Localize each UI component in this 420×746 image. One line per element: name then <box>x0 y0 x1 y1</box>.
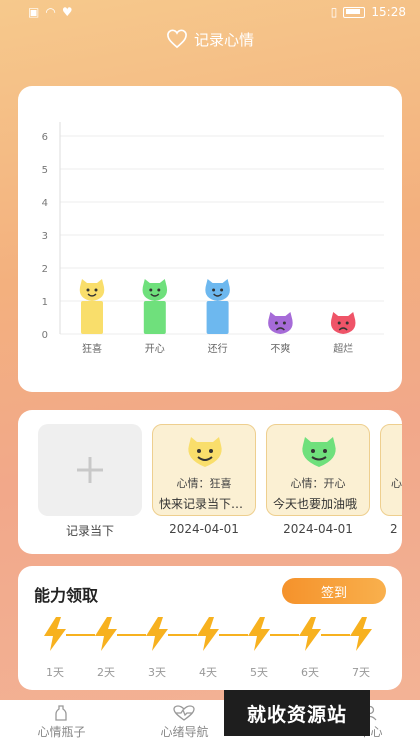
bar <box>143 301 166 334</box>
mood-chart-card: 0 1 2 3 4 5 6 狂喜 开心 还行 不爽 超烂 <box>18 86 402 392</box>
day-label: 1天 <box>46 666 64 679</box>
heartbeat-icon <box>173 705 196 721</box>
day-label: 7天 <box>352 666 370 679</box>
plus-icon <box>77 457 103 483</box>
nav-label: 心情瓶子 <box>37 725 86 739</box>
header: 记录心情 <box>0 26 420 52</box>
x-tick-label: 不爽 <box>270 343 290 355</box>
x-tick-label: 超烂 <box>333 342 353 355</box>
face-eye <box>157 288 161 292</box>
face-eye <box>94 288 98 292</box>
record-date: 2 <box>390 522 398 536</box>
face-eye <box>220 288 224 292</box>
mood-bar-chart: 0 1 2 3 4 5 6 狂喜 开心 还行 不爽 超烂 <box>42 122 384 355</box>
nav-item-guide[interactable]: 心绪导航 <box>160 705 209 740</box>
heart-outline-icon <box>167 29 187 49</box>
signin-button[interactable]: 签到 <box>282 578 386 604</box>
record-mood: 心情：狂喜 <box>176 477 232 490</box>
record-text: 今天也要加油哦 <box>273 497 358 511</box>
bottle-icon <box>55 705 68 721</box>
face-eye <box>337 321 341 325</box>
page-title: 记录心情 <box>193 30 254 49</box>
mood-face-mark <box>205 279 230 301</box>
ability-title: 能力领取 <box>34 586 99 605</box>
record-card[interactable]: 心情： <box>380 424 402 516</box>
mood-face-mark <box>268 312 293 334</box>
x-tick-label: 还行 <box>208 342 228 355</box>
y-tick-label: 6 <box>42 132 48 143</box>
ability-card: 能力领取 签到 1天 2天 3天 4天 5天 6天 7天 <box>18 566 402 690</box>
day-label: 6天 <box>301 666 319 679</box>
heart-icon: ♥ <box>61 5 73 19</box>
y-tick-label: 4 <box>42 198 48 209</box>
bar <box>206 301 229 334</box>
y-tick-label: 5 <box>42 165 48 176</box>
status-bar: ▣ ◠ ♥ ▯ 15:28 <box>0 0 420 24</box>
record-mood: 心情：开心 <box>290 477 346 490</box>
add-record-button[interactable] <box>38 424 142 516</box>
nav-label: 心绪导航 <box>160 725 209 739</box>
watermark: 就收资源站 <box>224 690 370 736</box>
wifi-icon: ◠ <box>45 5 56 19</box>
status-icons-right: ▯ 15:28 <box>331 5 406 19</box>
y-tick-label: 3 <box>42 231 48 242</box>
face-eye <box>282 321 286 325</box>
x-tick-label: 狂喜 <box>82 342 102 355</box>
mood-face-mark <box>142 279 168 301</box>
day-label: 2天 <box>97 666 115 679</box>
bar <box>81 301 103 334</box>
sim-icon: ▣ <box>28 5 40 19</box>
day-label: 4天 <box>199 666 217 679</box>
status-time: 15:28 <box>371 5 406 19</box>
vibrate-icon: ▯ <box>330 5 338 19</box>
x-tick-label: 开心 <box>145 343 165 355</box>
add-record-label: 记录当下 <box>65 524 114 538</box>
lightning-icon <box>350 617 372 651</box>
face-eye <box>86 288 90 292</box>
records-card: 记录当下 心情：狂喜 快来记录当下的心情吧 2024-04-01 心情：开心 今… <box>18 410 402 554</box>
record-date: 2024-04-01 <box>283 522 353 536</box>
mood-face-mark <box>330 312 356 334</box>
nav-item-bottle[interactable]: 心情瓶子 <box>37 705 86 740</box>
record-date: 2024-04-01 <box>169 522 239 536</box>
status-icons-left: ▣ ◠ ♥ <box>28 5 73 19</box>
day-label: 3天 <box>148 666 166 679</box>
face-eye <box>274 321 278 325</box>
mood-face-mark <box>79 279 105 301</box>
y-tick-label: 2 <box>42 264 48 275</box>
y-tick-label: 0 <box>42 330 48 341</box>
battery-icon <box>343 6 366 18</box>
record-card[interactable]: 心情：开心 今天也要加油哦 <box>266 424 370 516</box>
face-eye <box>149 288 153 292</box>
face-eye <box>212 288 216 292</box>
mood-face-icon <box>188 437 222 467</box>
y-tick-label: 1 <box>42 297 48 308</box>
face-eye <box>345 321 349 325</box>
record-card[interactable]: 心情：狂喜 快来记录当下的心情吧 <box>152 424 256 516</box>
record-mood: 心情： <box>391 477 402 490</box>
record-text: 快来记录当下的心情吧 <box>159 497 251 511</box>
mood-face-icon <box>302 437 336 467</box>
day-label: 5天 <box>250 666 268 679</box>
